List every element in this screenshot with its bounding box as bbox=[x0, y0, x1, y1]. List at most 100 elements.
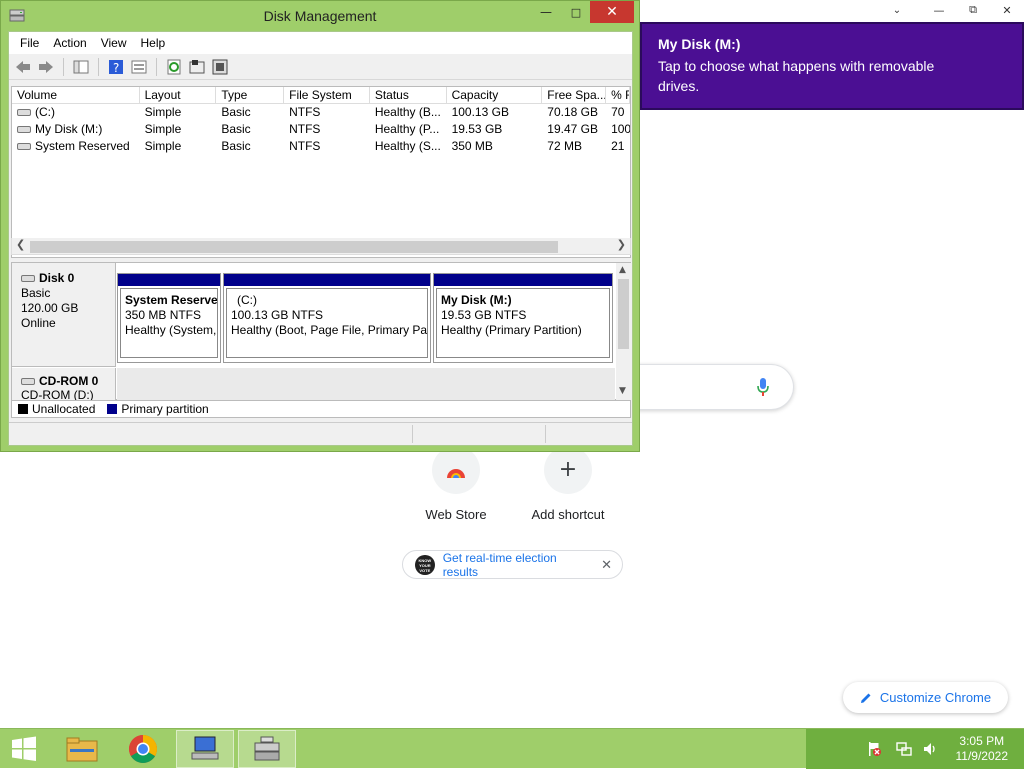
table-row[interactable]: System Reserved Simple Basic NTFS Health… bbox=[12, 138, 630, 155]
plus-icon: + bbox=[544, 446, 592, 494]
shortcut-web-store[interactable]: Web Store bbox=[396, 446, 516, 522]
vertical-scrollbar[interactable]: ▲ ▼ bbox=[616, 263, 631, 400]
disk-management-icon bbox=[254, 736, 280, 761]
column-header-type[interactable]: Type bbox=[216, 87, 285, 103]
network-icon[interactable] bbox=[896, 741, 912, 757]
column-header-layout[interactable]: Layout bbox=[140, 87, 217, 103]
scroll-down-icon[interactable]: ▼ bbox=[619, 386, 626, 396]
election-chip-label: Get real-time election results bbox=[442, 550, 557, 579]
menu-action[interactable]: Action bbox=[46, 36, 93, 50]
fs-cell: NTFS bbox=[289, 122, 321, 136]
partition-bar bbox=[434, 274, 612, 286]
column-header-volume[interactable]: Volume bbox=[12, 87, 140, 103]
partition-system-reserved[interactable]: System Reserve 350 MB NTFS Healthy (Syst… bbox=[117, 273, 221, 363]
chrome-icon bbox=[129, 735, 157, 763]
status-cell: Healthy (B... bbox=[374, 105, 441, 119]
menu-file[interactable]: File bbox=[13, 36, 46, 50]
forward-arrow-icon[interactable] bbox=[36, 57, 56, 77]
partition-bar bbox=[224, 274, 430, 286]
volume-icon[interactable] bbox=[922, 741, 938, 757]
scroll-left-icon[interactable]: ❮ bbox=[16, 238, 25, 251]
help-icon[interactable]: ? bbox=[106, 57, 126, 77]
close-button[interactable]: ✕ bbox=[590, 1, 634, 23]
customize-label: Customize Chrome bbox=[879, 690, 992, 705]
horizontal-scrollbar[interactable]: ❮ ❯ bbox=[11, 238, 631, 255]
chrome-close-button[interactable]: ✕ bbox=[990, 0, 1024, 20]
partition-bar bbox=[118, 274, 220, 286]
customize-chrome-button[interactable]: Customize Chrome bbox=[843, 682, 1008, 713]
minimize-button[interactable]: — bbox=[529, 1, 563, 23]
clock[interactable]: 3:05 PM 11/9/2022 bbox=[956, 734, 1009, 764]
capacity-cell: 100.13 GB bbox=[451, 105, 509, 119]
chrome-window-controls: ⌄ — ⧉ ✕ bbox=[880, 0, 1024, 22]
menu-bar: File Action View Help bbox=[9, 32, 632, 54]
windows-logo-icon bbox=[12, 736, 36, 761]
action-center-flag-icon[interactable] bbox=[866, 741, 882, 757]
disk-management-taskbar-button[interactable] bbox=[238, 730, 296, 768]
column-header-file-system[interactable]: File System bbox=[284, 87, 370, 103]
properties-icon[interactable] bbox=[129, 57, 149, 77]
chrome-taskbar-button[interactable] bbox=[114, 730, 172, 768]
table-row[interactable]: My Disk (M:) Simple Basic NTFS Healthy (… bbox=[12, 121, 630, 138]
clock-time: 3:05 PM bbox=[959, 734, 1005, 748]
column-header-percent-free[interactable]: % F bbox=[606, 87, 630, 103]
start-button[interactable] bbox=[0, 730, 48, 768]
partition-size: 100.13 GB NTFS bbox=[231, 308, 324, 322]
volume-name: My Disk (M:) bbox=[35, 122, 103, 136]
console-tree-icon[interactable] bbox=[71, 57, 91, 77]
type-cell: Basic bbox=[221, 122, 251, 136]
election-results-chip[interactable]: KNOW YOUR VOTE Get real-time election resu… bbox=[402, 550, 623, 579]
drive-icon bbox=[17, 126, 31, 134]
shortcut-label: Add shortcut bbox=[531, 507, 605, 522]
column-header-status[interactable]: Status bbox=[370, 87, 447, 103]
column-header-free-space[interactable]: Free Spa... bbox=[542, 87, 607, 103]
legend: Unallocated Primary partition bbox=[11, 400, 631, 418]
volume-name: System Reserved bbox=[35, 139, 130, 153]
add-shortcut-button[interactable]: + Add shortcut bbox=[508, 446, 628, 522]
voice-search-icon[interactable] bbox=[756, 377, 770, 397]
free-space-cell: 19.47 GB bbox=[547, 122, 598, 136]
menu-help[interactable]: Help bbox=[134, 36, 173, 50]
notification-title: My Disk (M:) bbox=[658, 36, 741, 52]
check-disk-icon[interactable] bbox=[187, 57, 207, 77]
type-cell: Basic bbox=[221, 139, 251, 153]
scroll-thumb[interactable] bbox=[618, 279, 629, 349]
taskbar: 3:05 PM 11/9/2022 bbox=[0, 728, 1024, 769]
scroll-right-icon[interactable]: ❯ bbox=[617, 238, 626, 251]
remote-desktop-taskbar-button[interactable] bbox=[176, 730, 234, 768]
maximize-button[interactable]: □ bbox=[563, 1, 589, 23]
close-icon[interactable]: ✕ bbox=[601, 557, 612, 573]
column-header-capacity[interactable]: Capacity bbox=[447, 87, 543, 103]
free-space-cell: 70.18 GB bbox=[547, 105, 598, 119]
cdrom-label[interactable]: CD-ROM 0 CD-ROM (D:) bbox=[12, 368, 116, 402]
chrome-restore-button[interactable]: ⧉ bbox=[956, 0, 990, 20]
back-arrow-icon[interactable] bbox=[13, 57, 33, 77]
clock-date: 11/9/2022 bbox=[955, 749, 1009, 763]
chrome-minimize-button[interactable]: — bbox=[922, 0, 956, 20]
title-bar[interactable]: Disk Management — □ ✕ bbox=[1, 1, 639, 31]
table-row[interactable]: (C:) Simple Basic NTFS Healthy (B... 100… bbox=[12, 104, 630, 121]
cdrom-area[interactable] bbox=[117, 368, 615, 402]
autoplay-notification[interactable]: My Disk (M:) Tap to choose what happens … bbox=[640, 22, 1024, 110]
scroll-up-icon[interactable]: ▲ bbox=[619, 265, 626, 275]
notification-body: Tap to choose what happens with removabl… bbox=[658, 58, 935, 94]
partition-size: 350 MB NTFS bbox=[125, 308, 202, 322]
tab-search-icon[interactable]: ⌄ bbox=[880, 0, 914, 20]
volume-list-header: Volume Layout Type File System Status Ca… bbox=[12, 87, 630, 104]
partition-my-disk[interactable]: My Disk (M:) 19.53 GB NTFS Healthy (Prim… bbox=[433, 273, 613, 363]
layout-cell: Simple bbox=[144, 105, 182, 119]
status-cell: Healthy (P... bbox=[374, 122, 440, 136]
menu-view[interactable]: View bbox=[94, 36, 134, 50]
legend-label: Primary partition bbox=[121, 402, 209, 416]
refresh-icon[interactable] bbox=[164, 57, 184, 77]
capacity-cell: 19.53 GB bbox=[451, 122, 503, 136]
cdrom-icon bbox=[21, 378, 35, 386]
folder-icon bbox=[66, 737, 98, 762]
partition-c[interactable]: (C:) 100.13 GB NTFS Healthy (Boot, Page … bbox=[223, 273, 431, 363]
partition-status: Healthy (Boot, Page File, Primary Par bbox=[231, 323, 428, 337]
scroll-thumb[interactable] bbox=[30, 241, 558, 253]
fs-cell: NTFS bbox=[289, 105, 321, 119]
rescan-disks-icon[interactable] bbox=[210, 57, 230, 77]
disk0-label[interactable]: Disk 0 Basic 120.00 GB Online bbox=[12, 263, 116, 367]
file-explorer-button[interactable] bbox=[53, 730, 111, 768]
